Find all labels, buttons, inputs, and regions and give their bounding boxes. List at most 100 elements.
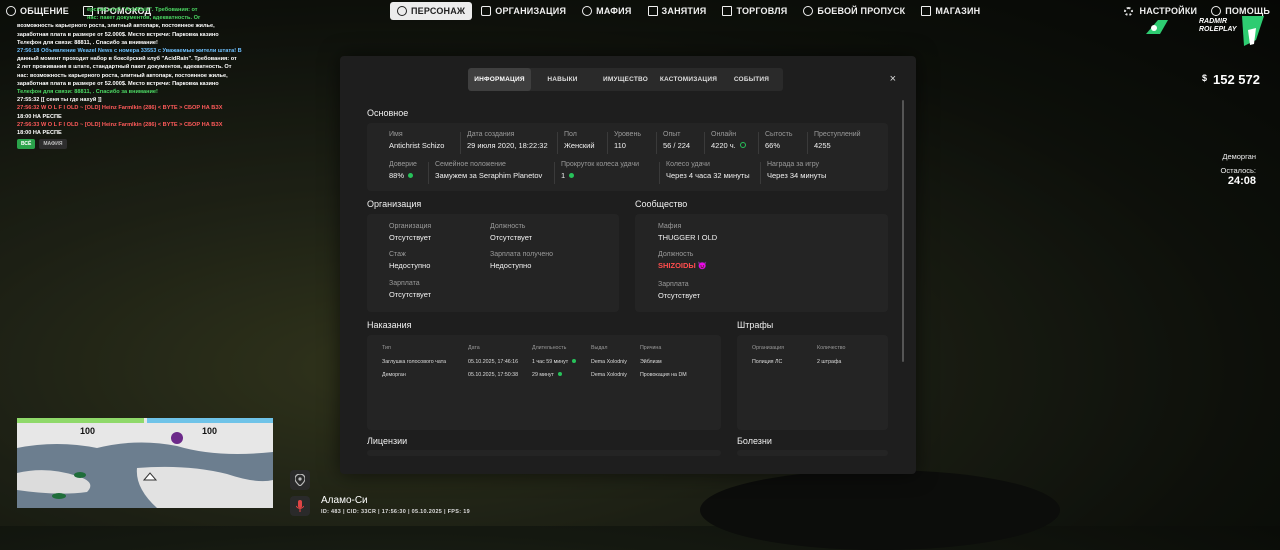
field-satiety: Сытость 66% xyxy=(765,131,793,150)
table-cell: 1 час 59 минут xyxy=(532,359,577,365)
chat-line: 27:56:33 W O L F I OLD ~ [OLD] Heinz Far… xyxy=(17,121,223,128)
field-trust: Доверие 88% xyxy=(389,161,417,180)
minimap[interactable] xyxy=(17,418,273,508)
status-dot-icon xyxy=(569,173,575,178)
table-cell: Эйблизм xyxy=(640,359,662,365)
section-title-fines: Штрафы xyxy=(737,320,774,330)
column-header: Количество xyxy=(817,345,846,351)
field-mafia-position: Должность SHIZOIDЫ 😈 xyxy=(658,251,708,270)
diseases-card xyxy=(737,450,888,456)
chat-tab-mafia[interactable]: МАФИЯ xyxy=(39,139,67,149)
chat-icon xyxy=(6,6,16,16)
microphone-button[interactable] xyxy=(290,496,310,516)
nav-activities[interactable]: ЗАНЯТИЯ xyxy=(641,2,714,20)
health-bar xyxy=(17,418,144,423)
section-title-organization: Организация xyxy=(367,199,422,209)
field-mafia: Мафия THUGGER I OLD xyxy=(658,223,718,242)
status-dot-icon xyxy=(557,372,562,376)
nav-trade[interactable]: ТОРГОВЛЯ xyxy=(715,2,794,20)
help-icon xyxy=(1211,6,1222,16)
table-cell: Dema Xolodniy xyxy=(591,372,627,378)
separator xyxy=(428,162,429,184)
location-name: Аламо-Си xyxy=(321,495,368,506)
nav-settings[interactable]: НАСТРОЙКИ xyxy=(1123,6,1198,16)
field-wheel-of-fortune: Колесо удачи Через 4 часа 32 минуты xyxy=(666,161,750,180)
nav-battlepass[interactable]: БОЕВОЙ ПРОПУСК xyxy=(796,2,912,20)
organization-icon xyxy=(481,6,492,16)
nav-help[interactable]: ПОМОЩЬ xyxy=(1211,6,1270,16)
gear-icon xyxy=(1123,6,1133,16)
punishments-card: Тип Дата Длительность Выдал Причина Загл… xyxy=(367,335,721,430)
chat-line: заработная плата в размере от 52.000$. М… xyxy=(17,31,219,38)
chat-line: Телефон для связи: 88811, . Спасибо за в… xyxy=(17,39,158,46)
tab-customization[interactable]: КАСТОМИЗАЦИЯ xyxy=(657,68,720,91)
field-org-salary: Зарплата Отсутствует xyxy=(389,280,432,299)
community-card: Мафия THUGGER I OLD Должность SHIZOIDЫ 😈 З… xyxy=(635,214,888,312)
chat-log: ёрский клуб "AcidRain". Требования: от н… xyxy=(17,6,257,137)
field-gender: Пол Женский xyxy=(564,131,595,150)
minimap-terrain xyxy=(17,418,273,508)
field-org-tenure: Стаж Недоступно xyxy=(389,251,431,270)
tab-skills[interactable]: НАВЫКИ xyxy=(531,68,594,91)
fines-card: Организация Количество Полиция ЛС 2 штра… xyxy=(737,335,888,430)
nav-shop[interactable]: МАГАЗИН xyxy=(914,2,987,20)
column-header: Организация xyxy=(752,345,784,351)
table-cell: Заглушка голосового чата xyxy=(382,359,447,365)
tab-property[interactable]: ИМУЩЕСТВО xyxy=(594,68,657,91)
field-marital-status: Семейное положение Замужем за Seraphim Pl… xyxy=(435,161,543,180)
column-header: Выдал xyxy=(591,345,608,351)
location-pin-icon xyxy=(295,474,305,486)
licenses-card xyxy=(367,450,721,456)
table-cell: 29 минут xyxy=(532,372,562,378)
nav-mafia[interactable]: МАФИЯ xyxy=(575,2,638,20)
column-header: Тип xyxy=(382,345,391,351)
chat-line: возможность карьерного роста, элитный ав… xyxy=(17,23,215,30)
armor-value: 100 xyxy=(202,426,218,436)
tab-information[interactable]: ИНФОРМАЦИЯ xyxy=(468,68,531,91)
location-button[interactable] xyxy=(290,470,310,490)
tab-events[interactable]: СОБЫТИЯ xyxy=(720,68,783,91)
chat-line: нас: возможность карьерного роста, элитн… xyxy=(17,72,228,79)
microphone-icon xyxy=(296,500,304,512)
player-stats-line: ID: 483 | CID: 33CR | 17:56:30 | 05.10.2… xyxy=(321,509,470,515)
separator xyxy=(557,132,558,154)
money-display: $152 572 xyxy=(1201,72,1260,87)
chat-tab-all[interactable]: ВСЁ xyxy=(17,139,36,149)
field-online: Онлайн 4220 ч. xyxy=(711,131,746,150)
main-nav: ПЕРСОНАЖ ОРГАНИЗАЦИЯ МАФИЯ ЗАНЯТИЯ ТОРГО… xyxy=(390,2,987,20)
info-icon[interactable] xyxy=(739,142,746,148)
separator xyxy=(607,132,608,154)
modal-scrollbar[interactable] xyxy=(902,100,904,362)
close-icon[interactable]: × xyxy=(890,73,896,85)
status-dot-icon xyxy=(572,359,577,363)
field-wheel-spins: Прокруток колеса удачи 1 xyxy=(561,161,640,180)
basic-info-card: Имя Antichrist Schizo Дата создания 29 июл… xyxy=(367,123,888,191)
field-mafia-salary: Зарплата Отсутствует xyxy=(658,281,701,300)
person-icon xyxy=(397,6,407,16)
chat-line: данный момент проходит набор в боксёрски… xyxy=(17,56,237,63)
column-header: Причина xyxy=(640,345,662,351)
table-cell: 2 штрафа xyxy=(817,359,842,365)
chat-line: 27:55:32 [[ сеня ты где нахуй ]] xyxy=(17,97,102,104)
section-title-basic: Основное xyxy=(367,108,409,118)
field-experience: Опыт 56 / 224 xyxy=(663,131,691,150)
chat-line: заработная плата в размере от 52.000$. М… xyxy=(17,80,219,87)
section-title-diseases: Болезни xyxy=(737,436,772,446)
modal-tabs: ИНФОРМАЦИЯ НАВЫКИ ИМУЩЕСТВО КАСТОМИЗАЦИЯ… xyxy=(468,68,783,91)
field-org-salary-received: Зарплата получено Недоступно xyxy=(490,251,554,270)
table-cell: Провокация на DM xyxy=(640,372,687,378)
separator xyxy=(758,132,759,154)
table-cell: Dema Xolodniy xyxy=(591,359,627,365)
separator xyxy=(659,162,660,184)
table-cell: 05.10.2025, 17:46:16 xyxy=(468,359,519,365)
nav-character[interactable]: ПЕРСОНАЖ xyxy=(390,2,473,20)
field-name: Имя Antichrist Schizo xyxy=(389,131,445,150)
character-modal: ИНФОРМАЦИЯ НАВЫКИ ИМУЩЕСТВО КАСТОМИЗАЦИЯ… xyxy=(340,56,916,474)
nav-organization[interactable]: ОРГАНИЗАЦИЯ xyxy=(474,2,573,20)
field-org: Организация Отсутствует xyxy=(389,223,432,242)
section-title-community: Сообщество xyxy=(635,199,688,209)
organization-card: Организация Отсутствует Должность Отсутств… xyxy=(367,214,619,312)
column-header: Длительность xyxy=(532,345,567,351)
battlepass-icon xyxy=(803,6,814,16)
separator xyxy=(460,132,461,154)
